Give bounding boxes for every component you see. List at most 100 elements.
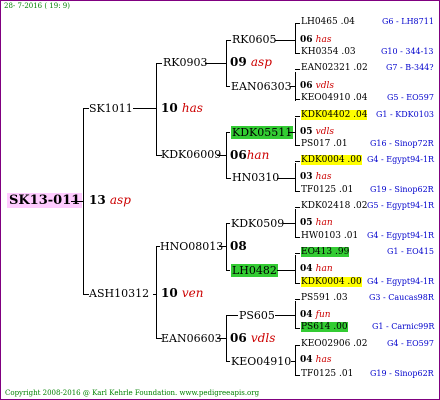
gen2-branch	[226, 40, 227, 86]
gen2-mark: 06 vdls	[230, 331, 276, 345]
root-mark: 13 asp	[89, 194, 131, 206]
gen1-branch	[156, 246, 157, 338]
gen2-connector	[156, 63, 162, 64]
gen2-mark: 09 asp	[230, 55, 272, 69]
root-connector	[83, 108, 84, 294]
gen4-node[interactable]: KEO04910 .04 G5 - EO597	[301, 93, 434, 103]
gen4-node[interactable]: HW0103 .01 G4 - Egypt94-1R	[301, 231, 434, 241]
gen3-node[interactable]: KEO04910	[231, 356, 291, 367]
gen3-node[interactable]: EAN06303	[231, 81, 292, 92]
gen3-branch	[277, 178, 295, 179]
gen3-branch	[290, 86, 295, 87]
gen4-id: PS017 .01	[301, 139, 348, 149]
gen4-generation: G7 - B-344?	[386, 63, 434, 72]
root-connector	[71, 201, 83, 202]
gen4-generation: G10 - 344-13	[381, 47, 434, 56]
gen3-node[interactable]: KDK0509	[231, 218, 284, 229]
gen4-connector	[295, 23, 300, 24]
gen4-id: KDK04402 .04	[301, 110, 368, 120]
gen4-node[interactable]: PS614 .00 G1 - Carnic99R	[301, 322, 434, 332]
gen4-generation: G5 - Egypt94-1R	[367, 201, 435, 210]
gen4-connector	[295, 161, 300, 162]
gen4-connector	[295, 116, 300, 117]
print-date: 28- 7-2016 ( 19: 9)	[4, 2, 70, 10]
gen4-generation: G4 - Egypt94-1R	[367, 277, 435, 286]
gen3-connector	[226, 132, 230, 133]
gen4-node[interactable]: KDK04402 .04 G1 - KDK0103	[301, 110, 434, 120]
gen4-generation: G19 - Sinop62R	[370, 369, 434, 378]
gen1-branch	[153, 294, 156, 295]
gen4-generation: G6 - LH8711	[382, 17, 434, 26]
gen4-id: EO413 .99	[301, 247, 350, 257]
gen4-node[interactable]: LH0465 .04 G6 - LH8711	[301, 17, 434, 27]
gen3-branch	[295, 163, 296, 192]
gen4-node[interactable]: PS591 .03 G3 - Caucas98R	[301, 293, 434, 303]
gen2-node[interactable]: EAN06603	[161, 333, 222, 344]
gen2-branch	[217, 155, 226, 156]
gen3-node[interactable]: LH0482	[231, 264, 278, 277]
gen1-node[interactable]: SK1011	[89, 103, 133, 114]
gen3-node[interactable]: KDK05511	[231, 126, 294, 139]
gen3-node[interactable]: HN0310	[232, 172, 279, 183]
gen4-id: KEO04910 .04	[301, 93, 368, 103]
gen4-generation: G1 - KDK0103	[376, 110, 434, 119]
gen3-branch	[295, 72, 296, 101]
gen4-connector	[295, 328, 300, 329]
gen4-node[interactable]: TF0125 .01 G19 - Sinop62R	[301, 369, 434, 379]
gen4-node[interactable]: EO413 .99 G1 - EO415	[301, 247, 434, 257]
gen4-node[interactable]: TF0125 .01 G19 - Sinop62R	[301, 185, 434, 195]
gen4-node[interactable]: EAN02321 .02 G7 - B-344?	[301, 63, 434, 73]
gen4-connector	[295, 99, 300, 100]
gen2-node[interactable]: RK0903	[163, 57, 208, 68]
gen3-mark: 04 han	[300, 264, 333, 274]
gen4-id: KDK0004 .00	[301, 155, 362, 165]
gen4-generation: G19 - Sinop62R	[370, 185, 434, 194]
gen4-generation: G4 - EO597	[387, 339, 434, 348]
gen3-node[interactable]: PS605	[239, 310, 275, 321]
gen4-node[interactable]: PS017 .01 G16 - Sinop72R	[301, 139, 434, 149]
gen4-generation: G3 - Caucas98R	[369, 293, 434, 302]
gen1-mark: 10 has	[161, 101, 203, 115]
gen3-branch	[295, 118, 296, 146]
gen4-generation: G4 - Egypt94-1R	[367, 155, 435, 164]
gen4-connector	[295, 191, 300, 192]
gen3-branch	[295, 209, 296, 238]
gen3-mark: 04 has	[300, 355, 332, 365]
gen4-id: KH0354 .03	[301, 47, 356, 57]
gen4-node[interactable]: KEO02906 .02 G4 - EO597	[301, 340, 434, 349]
gen3-connector	[226, 270, 230, 271]
gen2-mark: 08	[230, 239, 247, 253]
gen4-connector	[295, 299, 300, 300]
gen1-node[interactable]: ASH10312	[89, 288, 149, 299]
gen2-node[interactable]: KDK06009	[161, 149, 221, 160]
gen3-mark: 06 has	[300, 35, 332, 45]
gen2-branch	[226, 132, 227, 178]
gen4-id: PS591 .03	[301, 293, 348, 303]
gen4-node[interactable]: KDK0004 .00 G4 - Egypt94-1R	[301, 277, 434, 287]
gen4-id: KDK02418 .02	[301, 201, 368, 211]
gen4-connector	[295, 345, 300, 346]
gen3-branch	[291, 361, 295, 362]
gen4-node[interactable]: KDK02418 .02 G5 - Egypt94-1R	[301, 201, 434, 211]
gen4-connector	[295, 253, 300, 254]
gen3-connector	[226, 315, 238, 316]
gen4-node[interactable]: KH0354 .03 G10 - 344-13	[301, 47, 434, 57]
gen4-id: LH0465 .04	[301, 17, 355, 27]
gen3-branch	[288, 132, 295, 133]
gen4-connector	[295, 53, 300, 54]
gen4-id: EAN02321 .02	[301, 63, 368, 73]
gen2-node[interactable]: HNO08013	[160, 241, 223, 252]
gen3-node[interactable]: RK0605	[232, 34, 277, 45]
gen4-generation: G5 - EO597	[387, 93, 434, 102]
gen4-id: TF0125 .01	[301, 369, 354, 379]
gen4-id: HW0103 .01	[301, 231, 359, 241]
gen4-id: TF0125 .01	[301, 185, 354, 195]
gen2-branch	[217, 338, 226, 339]
gen3-branch	[295, 346, 296, 375]
gen3-mark: 05 han	[300, 218, 333, 228]
gen4-id: KDK0004 .00	[301, 277, 362, 287]
gen3-connector	[226, 223, 230, 224]
gen4-node[interactable]: KDK0004 .00 G4 - Egypt94-1R	[301, 155, 434, 165]
gen3-connector	[226, 86, 230, 87]
gen3-mark: 04 fun	[300, 310, 331, 320]
